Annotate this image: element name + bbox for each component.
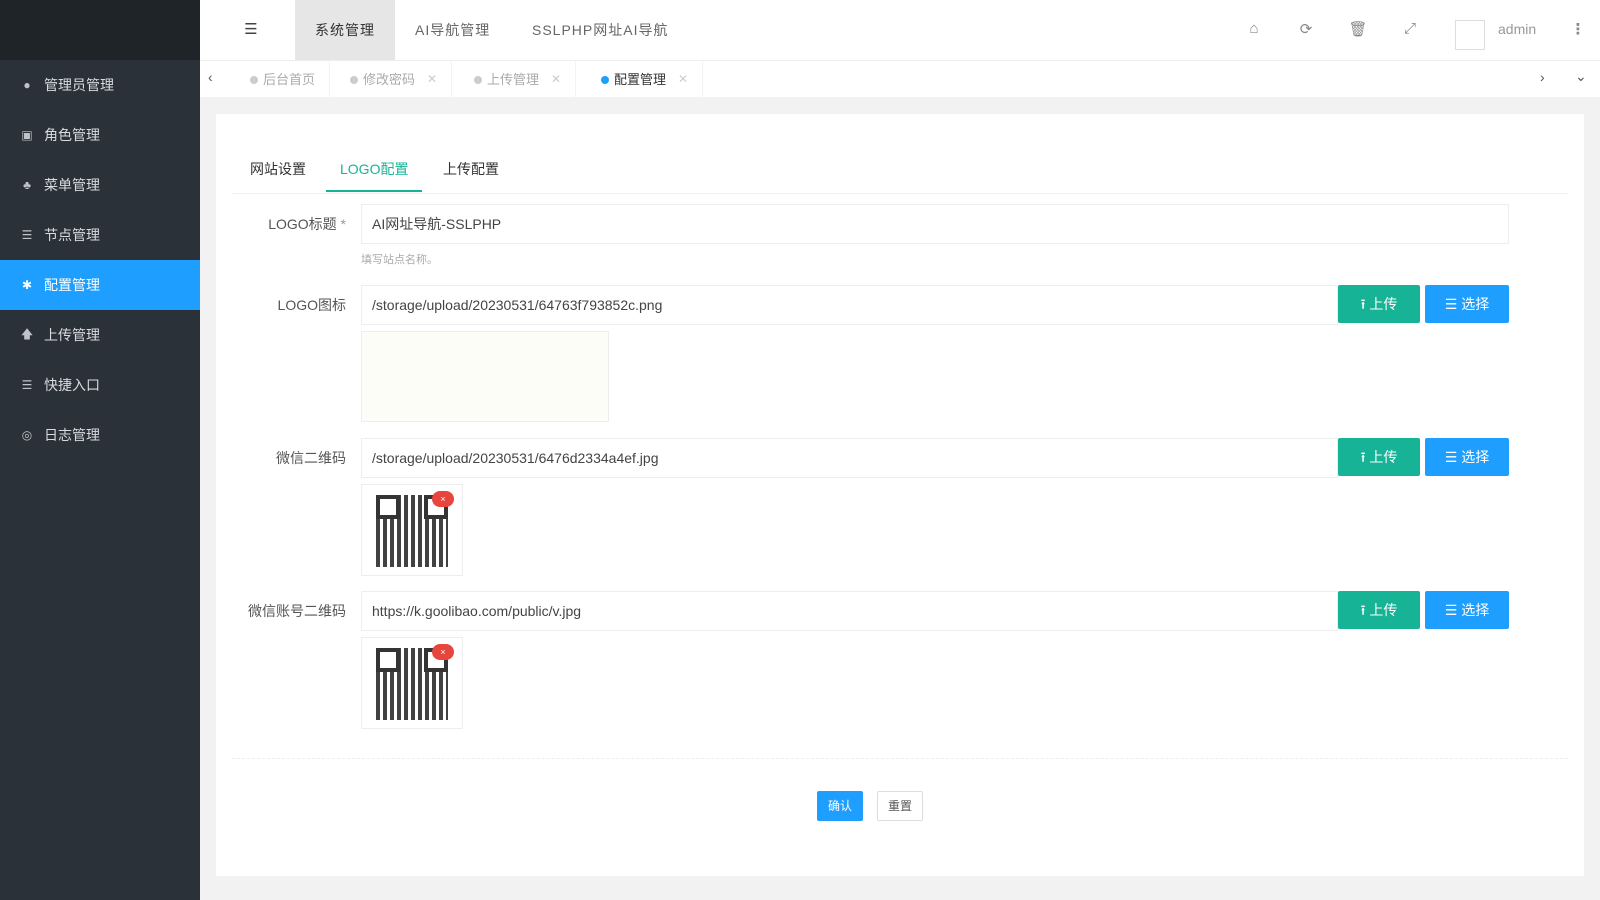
- sidebar: ● 管理员管理 ▣ 角色管理 ♣ 菜单管理 ☰ 节点管理 ✱ 配置管理 🡅 上传管理 ☰ 快捷…: [0, 0, 200, 900]
- page-tab-password[interactable]: 修改密码 ✕: [336, 61, 453, 98]
- remove-image-icon[interactable]: ×: [432, 644, 454, 660]
- logo-upload-button[interactable]: ⭱ 上传: [1338, 285, 1420, 323]
- wechat-account-qr-preview: ×: [361, 637, 463, 729]
- close-icon[interactable]: ✕: [678, 61, 688, 98]
- home-icon[interactable]: ⌂: [1244, 20, 1264, 37]
- sidebar-item-label: 日志管理: [44, 427, 100, 443]
- page-tabs-bar: ‹ 后台首页 修改密码 ✕ 上传管理 ✕ 配置管理 ✕ › ⌄: [200, 60, 1600, 98]
- sidebar-item-label: 菜单管理: [44, 177, 100, 193]
- upload-icon: 🡅: [20, 326, 34, 341]
- wechat-qr-input[interactable]: /storage/upload/20230531/6476d2334a4ef.j…: [361, 438, 1338, 478]
- logo-select-button[interactable]: ☰ 选择: [1425, 285, 1509, 323]
- menu-toggle-icon[interactable]: ☰: [241, 20, 261, 38]
- gear-icon: ✱: [21, 278, 33, 292]
- wechat-qr-select-button[interactable]: ☰ 选择: [1425, 438, 1509, 476]
- sidebar-item-label: 管理员管理: [44, 77, 114, 93]
- reset-button[interactable]: 重置: [877, 791, 923, 821]
- sidebar-item-config[interactable]: ✱ 配置管理: [0, 260, 200, 310]
- tab-logo-config[interactable]: LOGO配置: [326, 146, 423, 192]
- sidebar-item-label: 配置管理: [44, 277, 100, 293]
- divider: [232, 758, 1568, 759]
- tab-label: 后台首页: [263, 72, 316, 87]
- more-vertical-icon[interactable]: ⋮: [1568, 20, 1588, 38]
- remove-image-icon[interactable]: ×: [432, 491, 454, 507]
- trash-icon[interactable]: 🗑: [1348, 20, 1368, 38]
- avatar[interactable]: [1455, 20, 1485, 50]
- logo-icon-input[interactable]: /storage/upload/20230531/64763f793852c.p…: [361, 285, 1338, 325]
- list-icon: ☰: [21, 378, 33, 392]
- logo-title-input[interactable]: AI网址导航-SSLPHP: [361, 204, 1509, 244]
- confirm-button[interactable]: 确认: [817, 791, 863, 821]
- wechat-qr-preview: ×: [361, 484, 463, 576]
- wechat-qr-upload-button[interactable]: ⭱ 上传: [1338, 438, 1420, 476]
- sidebar-item-label: 上传管理: [44, 327, 100, 343]
- logo-preview: [361, 331, 609, 422]
- sidebar-item-shortcut[interactable]: ☰ 快捷入口: [0, 360, 200, 410]
- sidebar-item-node[interactable]: ☰ 节点管理: [0, 210, 200, 260]
- wechat-account-qr-label: 微信账号二维码: [248, 603, 346, 619]
- logo-title-help: 填写站点名称。: [361, 254, 438, 266]
- close-icon[interactable]: ✕: [551, 61, 561, 98]
- top-header: ☰ 系统管理 AI导航管理 SSLPHP网址AI导航 ⌂ ⟳ 🗑 ⤢ admin…: [200, 0, 1600, 60]
- sidebar-item-label: 角色管理: [44, 127, 100, 143]
- user-name[interactable]: admin: [1498, 21, 1536, 37]
- logo-title-label: LOGO标题 *: [268, 216, 346, 232]
- wechat-account-qr-input[interactable]: https://k.goolibao.com/public/v.jpg: [361, 591, 1338, 631]
- page-tab-home[interactable]: 后台首页: [236, 61, 331, 98]
- page-tab-config[interactable]: 配置管理 ✕: [587, 61, 704, 98]
- tab-website-settings[interactable]: 网站设置: [236, 146, 320, 192]
- tab-label: 修改密码: [363, 72, 416, 87]
- wechat-qr-label: 微信二维码: [276, 450, 346, 466]
- wechat-account-select-button[interactable]: ☰ 选择: [1425, 591, 1509, 629]
- tree-icon: ♣: [23, 178, 31, 192]
- tabs-prev-icon[interactable]: ‹: [208, 69, 213, 85]
- tab-label: 上传管理: [487, 72, 540, 87]
- user-icon: ●: [23, 78, 31, 92]
- tabs-dropdown-icon[interactable]: ⌄: [1575, 68, 1587, 85]
- list-icon: ☰: [21, 228, 33, 242]
- sidebar-logo-area: [0, 0, 200, 60]
- role-icon: ▣: [21, 128, 33, 142]
- tab-label: 配置管理: [614, 72, 667, 87]
- tabs-next-icon[interactable]: ›: [1540, 69, 1545, 85]
- close-icon[interactable]: ✕: [427, 61, 437, 98]
- sidebar-item-menu[interactable]: ♣ 菜单管理: [0, 160, 200, 210]
- divider: [232, 193, 1568, 194]
- fullscreen-icon[interactable]: ⤢: [1400, 20, 1420, 37]
- sidebar-item-log[interactable]: ◎ 日志管理: [0, 410, 200, 460]
- header-tab-sslphp[interactable]: SSLPHP网址AI导航: [512, 0, 688, 60]
- sidebar-item-label: 快捷入口: [44, 377, 100, 393]
- sidebar-item-label: 节点管理: [44, 227, 100, 243]
- page-tab-upload[interactable]: 上传管理 ✕: [460, 61, 577, 98]
- sidebar-item-role[interactable]: ▣ 角色管理: [0, 110, 200, 160]
- config-card: 网站设置 LOGO配置 上传配置 LOGO标题 * AI网址导航-SSLPHP …: [216, 114, 1584, 876]
- wechat-account-upload-button[interactable]: ⭱ 上传: [1338, 591, 1420, 629]
- header-tab-system[interactable]: 系统管理: [295, 0, 395, 60]
- log-icon: ◎: [21, 428, 33, 442]
- tab-upload-config[interactable]: 上传配置: [429, 146, 513, 192]
- header-tab-ai-nav[interactable]: AI导航管理: [395, 0, 510, 60]
- refresh-icon[interactable]: ⟳: [1296, 20, 1316, 38]
- sidebar-item-upload[interactable]: 🡅 上传管理: [0, 310, 200, 360]
- logo-icon-label: LOGO图标: [277, 297, 346, 313]
- sidebar-item-admin[interactable]: ● 管理员管理: [0, 60, 200, 110]
